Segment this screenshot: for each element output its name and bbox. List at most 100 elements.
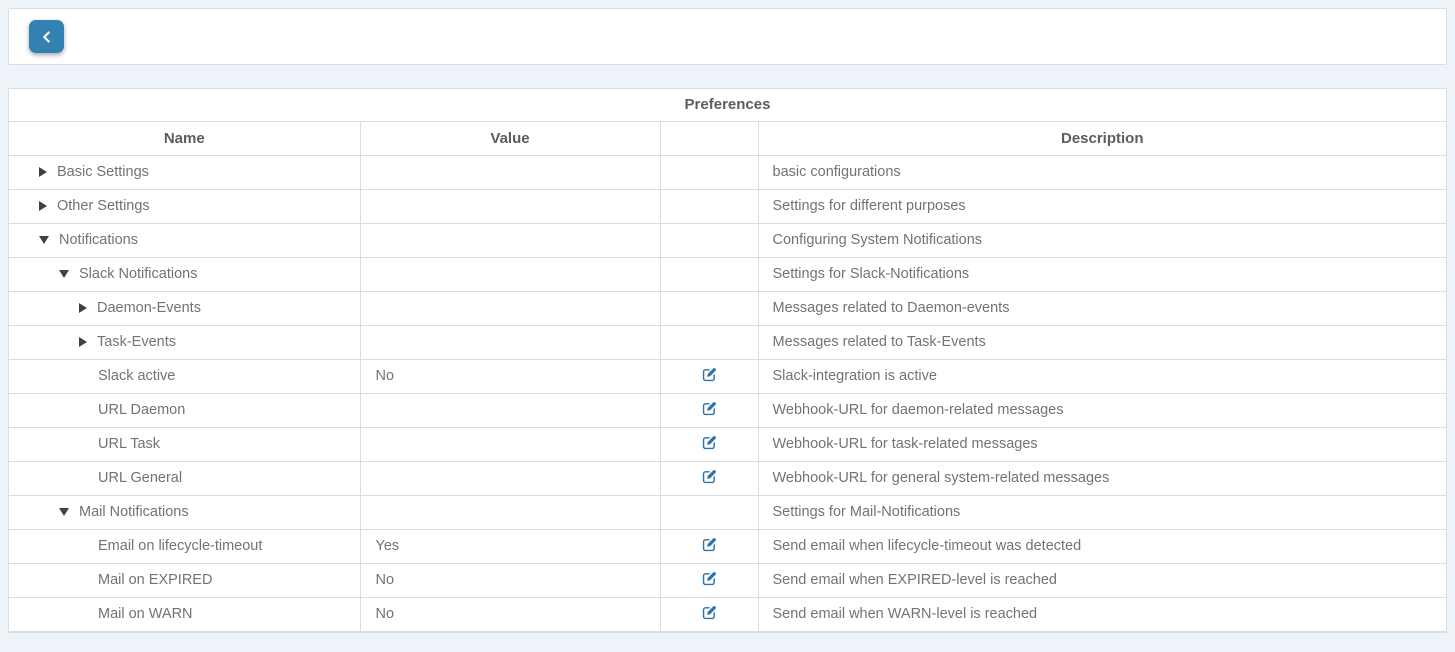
row-name: Task-Events: [97, 334, 176, 350]
table-row: URL Task Webhook-URL for task-related me…: [9, 427, 1446, 461]
value-cell: [360, 223, 660, 257]
preferences-table: Preferences Name Value Description Basic…: [9, 89, 1446, 632]
expander-arrow-icon[interactable]: [59, 508, 69, 516]
edit-icon: [701, 541, 718, 556]
description-cell: basic configurations: [758, 155, 1446, 189]
table-row: Basic Settings basic configurations: [9, 155, 1446, 189]
description-cell: Settings for Slack-Notifications: [758, 257, 1446, 291]
table-header-row: Name Value Description: [9, 121, 1446, 155]
row-name: Mail on EXPIRED: [98, 572, 212, 588]
table-row: Email on lifecycle-timeout Yes Send emai…: [9, 529, 1446, 563]
value-cell: No: [360, 563, 660, 597]
column-header-description: Description: [758, 121, 1446, 155]
description-cell: Messages related to Task-Events: [758, 325, 1446, 359]
table-row: Mail Notifications Settings for Mail-Not…: [9, 495, 1446, 529]
edit-cell: [660, 189, 758, 223]
name-cell: URL Daemon: [9, 393, 360, 427]
description-cell: Webhook-URL for task-related messages: [758, 427, 1446, 461]
name-cell: Mail on WARN: [9, 597, 360, 631]
value-cell: [360, 291, 660, 325]
edit-button[interactable]: [701, 570, 718, 587]
name-cell[interactable]: Slack Notifications: [9, 257, 360, 291]
value-cell: [360, 189, 660, 223]
expander-arrow-icon[interactable]: [79, 337, 87, 347]
value-cell: No: [360, 597, 660, 631]
edit-cell: [660, 461, 758, 495]
back-button[interactable]: [29, 20, 64, 53]
expander-arrow-icon[interactable]: [59, 270, 69, 278]
name-cell: URL General: [9, 461, 360, 495]
row-name: URL Daemon: [98, 402, 185, 418]
edit-icon: [701, 609, 718, 624]
edit-cell: [660, 563, 758, 597]
name-cell[interactable]: Notifications: [9, 223, 360, 257]
row-name: Other Settings: [57, 198, 150, 214]
description-cell: Messages related to Daemon-events: [758, 291, 1446, 325]
row-name: Daemon-Events: [97, 300, 201, 316]
name-cell[interactable]: Daemon-Events: [9, 291, 360, 325]
toolbar: [8, 8, 1447, 65]
description-cell: Configuring System Notifications: [758, 223, 1446, 257]
table-row: Mail on WARN No Send email when WARN-lev…: [9, 597, 1446, 631]
row-name: URL Task: [98, 436, 160, 452]
table-row: URL Daemon Webhook-URL for daemon-relate…: [9, 393, 1446, 427]
edit-cell: [660, 359, 758, 393]
row-name: Slack Notifications: [79, 266, 197, 282]
table-row: Slack active No Slack-integration is act…: [9, 359, 1446, 393]
row-name: URL General: [98, 470, 182, 486]
edit-icon: [701, 473, 718, 488]
edit-cell: [660, 597, 758, 631]
description-cell: Settings for Mail-Notifications: [758, 495, 1446, 529]
name-cell: URL Task: [9, 427, 360, 461]
name-cell: Mail on EXPIRED: [9, 563, 360, 597]
expander-arrow-icon[interactable]: [39, 236, 49, 244]
edit-button[interactable]: [701, 366, 718, 383]
table-title-row: Preferences: [9, 89, 1446, 121]
value-cell: [360, 155, 660, 189]
edit-button[interactable]: [701, 604, 718, 621]
edit-button[interactable]: [701, 468, 718, 485]
value-cell: Yes: [360, 529, 660, 563]
edit-button[interactable]: [701, 434, 718, 451]
row-name: Email on lifecycle-timeout: [98, 538, 262, 554]
name-cell: Email on lifecycle-timeout: [9, 529, 360, 563]
name-cell[interactable]: Other Settings: [9, 189, 360, 223]
table-row: Task-Events Messages related to Task-Eve…: [9, 325, 1446, 359]
edit-icon: [701, 439, 718, 454]
expander-arrow-icon[interactable]: [39, 167, 47, 177]
table-row: Notifications Configuring System Notific…: [9, 223, 1446, 257]
description-cell: Settings for different purposes: [758, 189, 1446, 223]
expander-arrow-icon[interactable]: [79, 303, 87, 313]
edit-cell: [660, 427, 758, 461]
preferences-panel: Preferences Name Value Description Basic…: [8, 88, 1447, 633]
name-cell: Slack active: [9, 359, 360, 393]
description-cell: Send email when lifecycle-timeout was de…: [758, 529, 1446, 563]
name-cell[interactable]: Task-Events: [9, 325, 360, 359]
name-cell[interactable]: Mail Notifications: [9, 495, 360, 529]
edit-button[interactable]: [701, 536, 718, 553]
value-cell: [360, 257, 660, 291]
description-cell: Send email when WARN-level is reached: [758, 597, 1446, 631]
description-cell: Webhook-URL for general system-related m…: [758, 461, 1446, 495]
preferences-table-body: Basic Settings basic configurations Othe…: [9, 155, 1446, 631]
row-name: Mail on WARN: [98, 606, 193, 622]
table-title: Preferences: [9, 89, 1446, 121]
value-cell: [360, 325, 660, 359]
value-cell: [360, 495, 660, 529]
edit-icon: [701, 575, 718, 590]
table-row: Other Settings Settings for different pu…: [9, 189, 1446, 223]
edit-button[interactable]: [701, 400, 718, 417]
value-cell: [360, 427, 660, 461]
row-name: Notifications: [59, 232, 138, 248]
chevron-left-icon: [40, 30, 54, 44]
expander-arrow-icon[interactable]: [39, 201, 47, 211]
edit-cell: [660, 291, 758, 325]
name-cell[interactable]: Basic Settings: [9, 155, 360, 189]
column-header-edit: [660, 121, 758, 155]
column-header-value: Value: [360, 121, 660, 155]
table-row: Slack Notifications Settings for Slack-N…: [9, 257, 1446, 291]
description-cell: Slack-integration is active: [758, 359, 1446, 393]
row-name: Slack active: [98, 368, 175, 384]
row-name: Basic Settings: [57, 164, 149, 180]
column-header-name: Name: [9, 121, 360, 155]
